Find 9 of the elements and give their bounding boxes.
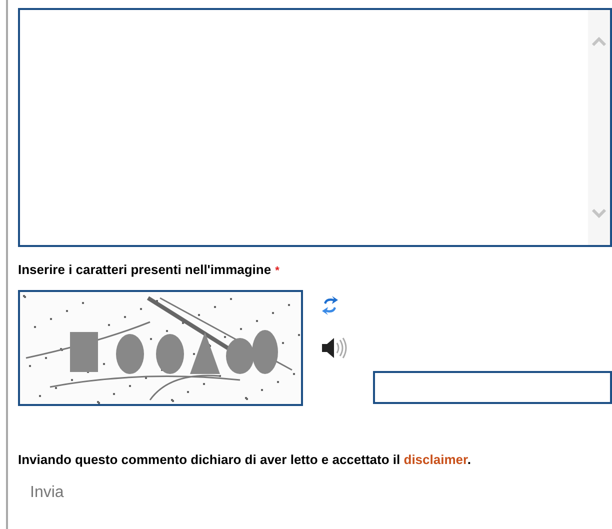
required-mark: *: [275, 264, 280, 279]
submit-button[interactable]: Invia: [30, 481, 64, 505]
captcha-label: Inserire i caratteri presenti nell'immagine: [18, 261, 272, 279]
comment-field[interactable]: [18, 8, 612, 247]
refresh-icon[interactable]: [320, 294, 340, 318]
speaker-icon[interactable]: [320, 336, 348, 360]
disclaimer-link[interactable]: disclaimer: [404, 452, 468, 466]
captcha-input[interactable]: [373, 370, 612, 404]
disclaimer-text: Inviando questo commento dichiaro di aver letto e accettato il disclaimer.: [18, 450, 472, 469]
